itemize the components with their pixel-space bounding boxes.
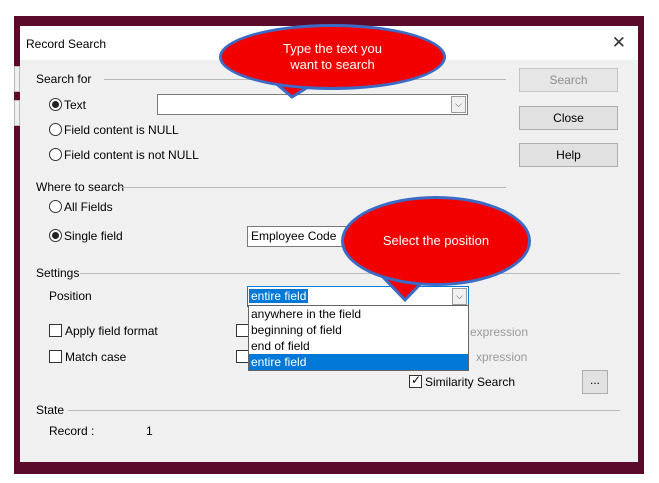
side-tab-1 bbox=[14, 66, 20, 92]
apply-field-format-label: Apply field format bbox=[65, 324, 158, 338]
callout-type-text: Type the text you want to search bbox=[219, 24, 446, 90]
not-null-radio-label: Field content is not NULL bbox=[64, 148, 199, 162]
close-icon[interactable]: ✕ bbox=[612, 33, 626, 53]
chevron-down-icon[interactable]: ⌵ bbox=[451, 96, 466, 113]
similarity-options-button[interactable]: ... bbox=[582, 370, 608, 394]
apply-field-format-checkbox[interactable] bbox=[49, 324, 62, 337]
position-select[interactable]: entire field ⌵ bbox=[247, 286, 469, 307]
side-tab-2 bbox=[14, 100, 20, 126]
single-field-label: Single field bbox=[64, 229, 123, 243]
help-button[interactable]: Help bbox=[519, 143, 618, 167]
position-option[interactable]: end of field bbox=[249, 338, 468, 354]
position-label: Position bbox=[49, 289, 92, 303]
expression-label: xpression bbox=[476, 350, 528, 364]
record-search-dialog: Record Search ✕ Search for Text ⌵ Field … bbox=[14, 26, 638, 462]
where-to-search-heading: Where to search bbox=[36, 180, 125, 194]
search-text-combo[interactable]: ⌵ bbox=[157, 94, 468, 115]
match-case-checkbox[interactable] bbox=[49, 350, 62, 363]
all-fields-label: All Fields bbox=[64, 200, 113, 214]
search-for-heading: Search for bbox=[36, 72, 92, 86]
dialog-body: Search for Text ⌵ Field content is NULL … bbox=[14, 60, 638, 462]
null-radio[interactable] bbox=[49, 123, 62, 136]
position-option[interactable]: beginning of field bbox=[249, 322, 468, 338]
chevron-down-icon[interactable]: ⌵ bbox=[452, 288, 467, 305]
state-heading: State bbox=[36, 403, 65, 417]
where-to-search-divider bbox=[119, 187, 506, 188]
single-field-radio[interactable] bbox=[49, 229, 62, 242]
field-select-value: Employee Code bbox=[251, 229, 337, 243]
position-select-value: entire field bbox=[249, 289, 309, 303]
settings-heading: Settings bbox=[36, 266, 80, 280]
all-fields-radio[interactable] bbox=[49, 200, 62, 213]
position-option[interactable]: anywhere in the field bbox=[249, 306, 468, 322]
position-dropdown-list: anywhere in the field beginning of field… bbox=[248, 305, 469, 371]
record-label: Record : bbox=[49, 424, 95, 438]
search-button[interactable]: Search bbox=[519, 68, 618, 92]
callout-select-position: Select the position bbox=[341, 196, 531, 286]
not-null-radio[interactable] bbox=[49, 148, 62, 161]
settings-divider bbox=[80, 273, 620, 274]
similarity-search-label: Similarity Search bbox=[425, 375, 516, 389]
close-button[interactable]: Close bbox=[519, 106, 618, 130]
position-option-selected[interactable]: entire field bbox=[249, 354, 468, 370]
match-case-label: Match case bbox=[65, 350, 127, 364]
similarity-search-checkbox[interactable] bbox=[409, 373, 422, 388]
null-radio-label: Field content is NULL bbox=[64, 123, 179, 137]
window-title: Record Search bbox=[26, 37, 107, 51]
state-divider bbox=[68, 410, 620, 411]
regular-expression-label: expression bbox=[470, 325, 529, 339]
record-value: 1 bbox=[146, 424, 153, 438]
text-radio[interactable] bbox=[49, 98, 62, 111]
text-radio-label: Text bbox=[64, 98, 87, 112]
